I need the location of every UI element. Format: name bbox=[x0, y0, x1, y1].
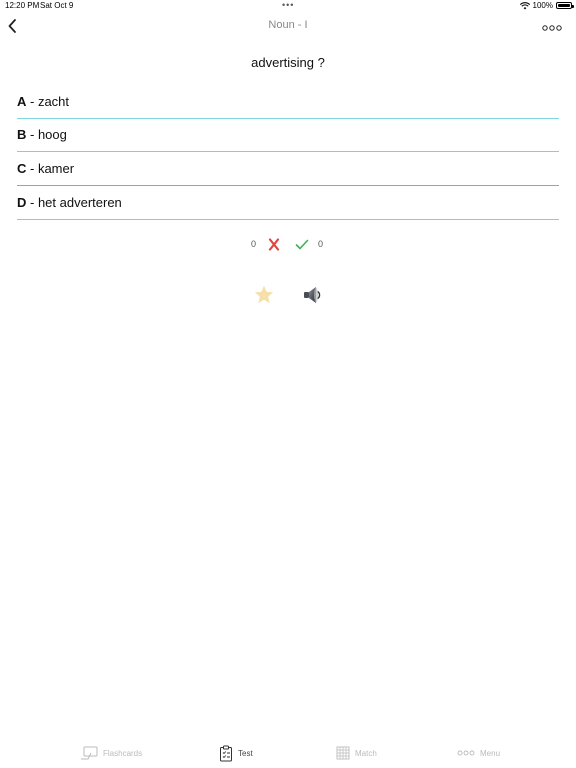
tab-menu[interactable]: Menu bbox=[457, 744, 500, 762]
pronounce-button[interactable] bbox=[301, 284, 323, 306]
option-letter: B bbox=[17, 127, 27, 142]
wifi-icon bbox=[519, 1, 530, 9]
status-date: Sat Oct 9 bbox=[40, 1, 74, 10]
correct-count: 0 bbox=[318, 239, 324, 249]
star-icon bbox=[254, 285, 274, 304]
more-icon bbox=[457, 750, 475, 756]
more-icon bbox=[542, 25, 562, 31]
option-label: A - zacht bbox=[17, 94, 69, 109]
status-bar: 12:20 PM Sat Oct 9 ••• 100% bbox=[0, 0, 576, 12]
option-underline bbox=[17, 219, 559, 220]
tab-label: Menu bbox=[480, 748, 501, 758]
option-text: het adverteren bbox=[37, 195, 122, 210]
option-letter: A bbox=[17, 94, 27, 109]
option-separator: - bbox=[26, 195, 38, 210]
status-time: 12:20 PM bbox=[5, 1, 40, 10]
option-separator: - bbox=[26, 161, 38, 176]
correct-check-icon bbox=[295, 239, 309, 250]
question-text: advertising ? bbox=[251, 55, 325, 70]
flashcards-icon bbox=[81, 746, 98, 760]
option-text: zacht bbox=[37, 94, 70, 109]
status-right: 100% bbox=[519, 1, 574, 10]
speaker-icon bbox=[304, 287, 321, 303]
tab-bar: Flashcards Test Match Menu bbox=[0, 738, 576, 768]
favorite-button[interactable] bbox=[253, 284, 275, 306]
tab-flashcards[interactable]: Flashcards bbox=[80, 744, 142, 762]
wrong-count: 0 bbox=[251, 239, 257, 249]
tab-label: Test bbox=[238, 748, 253, 758]
option-separator: - bbox=[26, 94, 38, 109]
answer-option-a[interactable]: A - zacht bbox=[17, 89, 559, 119]
test-clipboard-icon bbox=[220, 745, 232, 761]
tab-label: Flashcards bbox=[103, 748, 143, 758]
tab-test[interactable]: Test bbox=[219, 744, 253, 762]
grid-icon bbox=[336, 746, 350, 760]
wrong-x-icon bbox=[268, 238, 280, 251]
option-label: B - hoog bbox=[17, 127, 67, 142]
option-label: D - het adverteren bbox=[17, 195, 122, 210]
tab-match[interactable]: Match bbox=[336, 744, 377, 762]
option-text: hoog bbox=[37, 127, 67, 142]
battery-icon bbox=[556, 2, 574, 9]
score-row: 0 0 bbox=[0, 236, 576, 254]
option-letter: D bbox=[17, 195, 27, 210]
option-text: kamer bbox=[37, 161, 75, 176]
answer-option-d[interactable]: D - het adverteren bbox=[17, 190, 559, 220]
answer-option-c[interactable]: C - kamer bbox=[17, 156, 559, 186]
battery-percent: 100% bbox=[532, 1, 553, 10]
option-underline bbox=[17, 185, 559, 186]
app-screen: 12:20 PM Sat Oct 9 ••• 100% Noun - I adv… bbox=[0, 0, 576, 768]
option-label: C - kamer bbox=[17, 161, 74, 176]
option-underline bbox=[17, 118, 559, 119]
more-button[interactable] bbox=[542, 20, 562, 31]
page-title: Noun - I bbox=[268, 19, 308, 31]
tab-label: Match bbox=[355, 748, 377, 758]
option-separator: - bbox=[26, 127, 38, 142]
nav-bar: Noun - I bbox=[0, 14, 576, 38]
option-letter: C bbox=[17, 161, 27, 176]
answer-option-b[interactable]: B - hoog bbox=[17, 122, 559, 152]
option-underline bbox=[17, 151, 559, 152]
multitasking-dots[interactable]: ••• bbox=[282, 0, 294, 10]
